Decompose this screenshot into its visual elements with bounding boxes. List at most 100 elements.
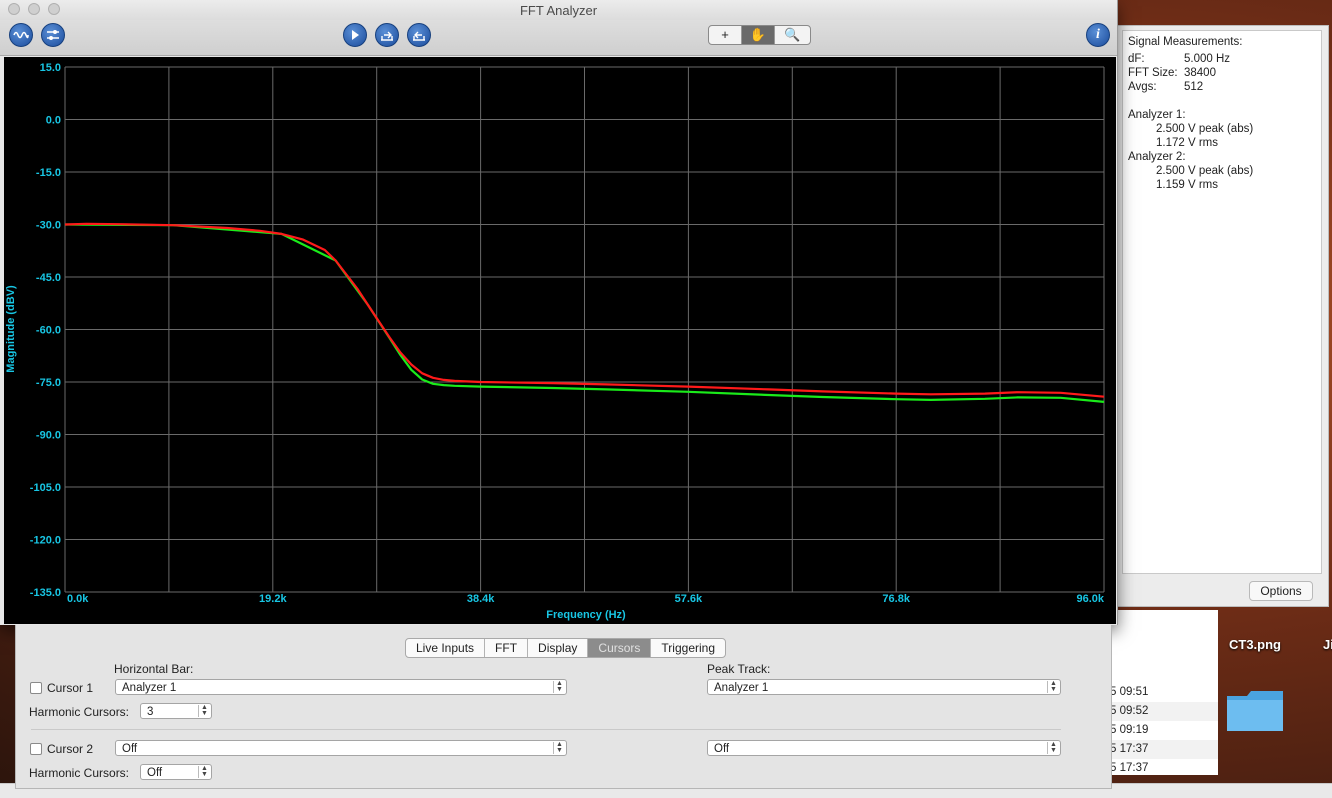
y-tick-label: -90.0 <box>36 430 61 442</box>
x-tick-label: 19.2k <box>259 593 287 605</box>
tab-triggering[interactable]: Triggering <box>651 639 725 657</box>
cursor2-label: Cursor 2 <box>47 742 94 756</box>
signal-measurements-panel: Signal Measurements: dF: 5.000 Hz FFT Si… <box>1115 25 1329 607</box>
y-axis-ticks: 15.0 0.0 -15.0 -30.0 -45.0 -60.0 -75.0 -90.0 -10… <box>30 62 61 599</box>
desktop-file-label[interactable]: CT3.png <box>1229 637 1281 652</box>
y-tick-label: -60.0 <box>36 325 61 337</box>
fft-size-value: 38400 <box>1184 67 1216 79</box>
x-tick-label: 76.8k <box>882 593 910 605</box>
tab-fft[interactable]: FFT <box>485 639 529 657</box>
desktop-file-label[interactable]: Ji <box>1323 637 1332 652</box>
finder-row[interactable]: 5 17:37 <box>1106 740 1218 759</box>
y-tick-label: 0.0 <box>46 115 61 127</box>
export-icon <box>381 31 393 41</box>
peak-track-label: Peak Track: <box>707 662 771 676</box>
crosshair-tool-button[interactable]: + <box>709 26 742 44</box>
y-axis-label: Magnitude (dBV) <box>5 285 17 373</box>
select-value: Off <box>147 767 163 779</box>
finder-row[interactable]: 5 17:37 <box>1106 759 1218 778</box>
cursor2-checkbox[interactable] <box>30 743 42 755</box>
x-tick-label: 38.4k <box>467 593 495 605</box>
analyzer2-peak: 2.500 V peak (abs) <box>1156 165 1254 177</box>
stepper-arrows-icon: ▲ ▼ <box>1047 741 1059 754</box>
finder-row[interactable]: 5 09:51 <box>1106 683 1218 702</box>
analyzer1-rms: 1.172 V rms <box>1156 137 1218 149</box>
x-axis-label: Frequency (Hz) <box>546 609 626 621</box>
harmonic-cursors-1-select[interactable]: 3 ▲ ▼ <box>140 703 212 719</box>
analyzer2-rms: 1.159 V rms <box>1156 179 1218 191</box>
measurements-heading: Signal Measurements: <box>1128 36 1243 48</box>
zoom-magnifier-tool-button[interactable]: 🔍 <box>775 26 810 44</box>
df-value: 5.000 Hz <box>1184 53 1231 65</box>
x-tick-label: 0.0k <box>67 593 89 605</box>
cursor1-checkbox[interactable] <box>30 682 42 694</box>
import-icon <box>413 31 425 41</box>
harmonic-cursors-2-select[interactable]: Off ▲ ▼ <box>140 764 212 780</box>
stepper-arrows-icon: ▲ ▼ <box>198 704 210 717</box>
tab-live-inputs[interactable]: Live Inputs <box>406 639 486 657</box>
select-value: 3 <box>147 706 154 718</box>
sliders-icon <box>47 30 59 40</box>
harmonic-cursors-label: Harmonic Cursors: <box>29 766 130 780</box>
df-label: dF: <box>1128 53 1145 65</box>
finder-window: 5 09:51 5 09:52 5 09:19 5 17:37 5 17:37 <box>1105 610 1218 775</box>
stepper-arrows-icon: ▲ ▼ <box>198 765 210 778</box>
cursor2-horizontal-bar-select[interactable]: Off ▲ ▼ <box>115 740 567 756</box>
finder-row[interactable]: 5 09:52 <box>1106 702 1218 721</box>
waveform-icon-button[interactable] <box>9 23 33 47</box>
x-axis-ticks: 0.0k 19.2k 38.4k 57.6k 76.8k 96.0k <box>67 593 1105 605</box>
measurements-box: Signal Measurements: dF: 5.000 Hz FFT Si… <box>1122 30 1322 574</box>
stepper-arrows-icon: ▲ ▼ <box>1047 680 1059 693</box>
cursor1-peak-track-select[interactable]: Analyzer 1 ▲ ▼ <box>707 679 1061 695</box>
toolbar: + ✋ 🔍 i <box>0 20 1117 56</box>
y-tick-label: -105.0 <box>30 482 61 494</box>
cursor1-label: Cursor 1 <box>47 681 94 695</box>
tool-mode-segmented-control: + ✋ 🔍 <box>708 25 811 45</box>
analyzer2-label: Analyzer 2: <box>1128 151 1186 163</box>
fft-spectrum-chart[interactable]: 15.0 0.0 -15.0 -30.0 -45.0 -60.0 -75.0 -90.0 -10… <box>4 57 1116 624</box>
avgs-value: 512 <box>1184 81 1204 93</box>
select-value: Off <box>714 743 730 755</box>
avgs-label: Avgs: <box>1128 81 1157 93</box>
x-tick-label: 96.0k <box>1076 593 1104 605</box>
y-tick-label: -30.0 <box>36 220 61 232</box>
select-value: Analyzer 1 <box>714 682 769 694</box>
y-tick-label: -75.0 <box>36 377 61 389</box>
section-divider <box>31 729 1061 730</box>
import-button[interactable] <box>407 23 431 47</box>
window-title: FFT Analyzer <box>519 3 598 18</box>
control-tabs: Live Inputs FFT Display Cursors Triggeri… <box>405 638 726 658</box>
y-tick-label: -15.0 <box>36 167 61 179</box>
y-tick-label: -135.0 <box>30 587 61 599</box>
folder-icon[interactable] <box>1225 688 1285 733</box>
cursors-control-panel: Live Inputs FFT Display Cursors Triggeri… <box>15 625 1112 789</box>
title-bar[interactable]: FFT Analyzer <box>0 0 1117 20</box>
settings-sliders-button[interactable] <box>41 23 65 47</box>
y-tick-label: -120.0 <box>30 535 61 547</box>
horizontal-bar-label: Horizontal Bar: <box>114 662 194 676</box>
y-tick-label: -45.0 <box>36 272 61 284</box>
fft-size-label: FFT Size: <box>1128 67 1178 79</box>
info-button[interactable]: i <box>1086 23 1110 47</box>
y-tick-label: 15.0 <box>40 62 61 74</box>
tab-cursors[interactable]: Cursors <box>588 639 652 657</box>
tab-display[interactable]: Display <box>528 639 589 657</box>
pan-hand-tool-button[interactable]: ✋ <box>742 26 775 44</box>
stepper-arrows-icon: ▲ ▼ <box>553 741 565 754</box>
select-value: Off <box>122 743 138 755</box>
fft-analyzer-window: FFT Analyzer + ✋ 🔍 i 15.0 0.0 -15.0 -30.0 -4… <box>0 0 1118 625</box>
x-tick-label: 57.6k <box>675 593 703 605</box>
options-button[interactable]: Options <box>1249 581 1313 601</box>
waveform-icon <box>13 31 29 39</box>
play-icon <box>352 30 359 40</box>
select-value: Analyzer 1 <box>122 682 177 694</box>
play-button[interactable] <box>343 23 367 47</box>
finder-row[interactable]: 5 09:19 <box>1106 721 1218 740</box>
analyzer1-label: Analyzer 1: <box>1128 109 1186 121</box>
cursor1-horizontal-bar-select[interactable]: Analyzer 1 ▲ ▼ <box>115 679 567 695</box>
harmonic-cursors-label: Harmonic Cursors: <box>29 705 130 719</box>
export-button[interactable] <box>375 23 399 47</box>
analyzer1-peak: 2.500 V peak (abs) <box>1156 123 1254 135</box>
cursor2-peak-track-select[interactable]: Off ▲ ▼ <box>707 740 1061 756</box>
chart-grid <box>64 66 1105 593</box>
